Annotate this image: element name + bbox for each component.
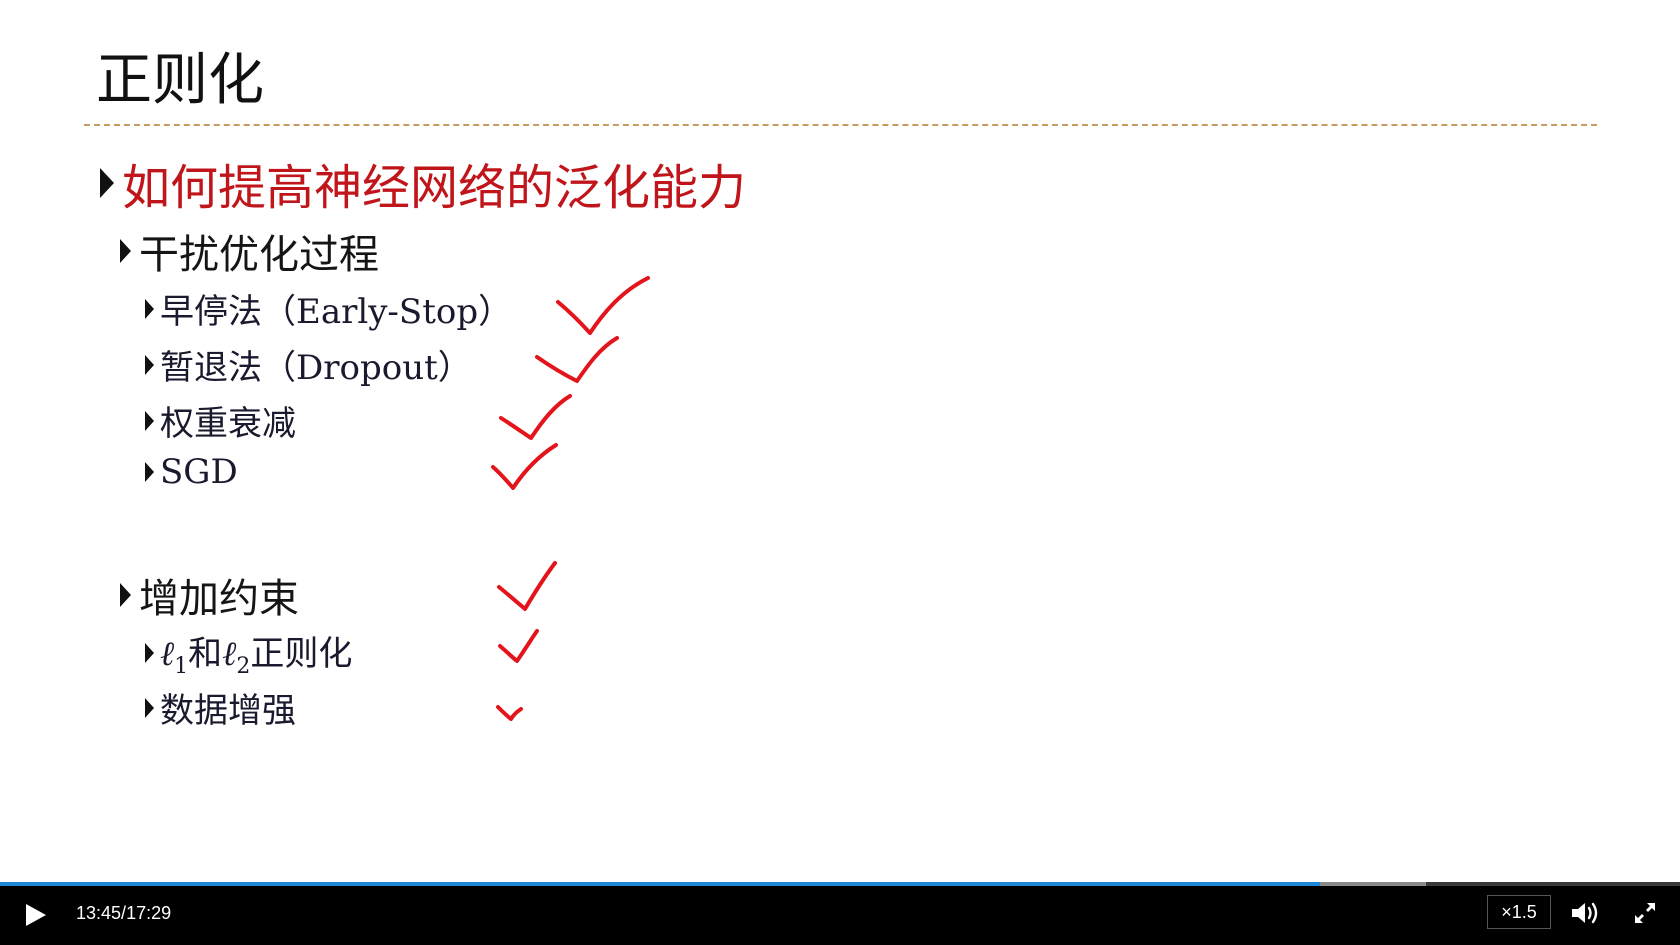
bullet-icon — [145, 642, 154, 663]
group2-label: 增加约束 — [139, 576, 299, 622]
subscript-2: 2 — [236, 654, 251, 679]
bullet-icon — [145, 462, 154, 482]
current-time: 13:45 — [76, 903, 122, 923]
checkmark-icon — [498, 629, 539, 663]
group1-item: 干扰优化过程 — [120, 222, 379, 280]
list-item-sgd: SGD — [145, 452, 238, 492]
checkmark-icon — [499, 394, 572, 440]
title-divider — [84, 124, 1597, 126]
checkmark-icon — [535, 336, 619, 383]
volume-icon — [1572, 902, 1598, 924]
regularization-text: 正则化 — [250, 634, 353, 674]
list-item-label: SGD — [160, 452, 238, 492]
fullscreen-button[interactable] — [1632, 900, 1658, 926]
duration: 17:29 — [126, 903, 172, 923]
list-item-label: ℓ1和ℓ2正则化 — [160, 626, 352, 679]
time-display: 13:45/17:29 — [76, 901, 171, 925]
group1-label: 干扰优化过程 — [139, 232, 379, 278]
bullet-icon — [145, 410, 154, 431]
ell-symbol: ℓ — [160, 634, 175, 674]
bullet-icon — [145, 298, 154, 319]
progress-played — [0, 882, 1321, 886]
checkmark-icon — [497, 561, 557, 611]
play-icon — [26, 904, 46, 926]
bullet-icon — [145, 354, 154, 375]
bullet-icon — [100, 168, 114, 198]
play-button[interactable] — [20, 900, 50, 930]
group2-item: 增加约束 — [120, 566, 299, 624]
checkmark-icon — [491, 443, 558, 490]
list-item-label: 数据增强 — [160, 691, 296, 731]
progress-bar[interactable] — [0, 882, 1680, 886]
subscript-1: 1 — [174, 654, 189, 679]
slide-title: 正则化 — [96, 48, 264, 113]
heading-text: 如何提高神经网络的泛化能力 — [122, 160, 747, 216]
and-text: 和 — [188, 634, 223, 674]
slide: 正则化 如何提高神经网络的泛化能力 干扰优化过程 早停法（Early-Stop）… — [0, 0, 1680, 884]
playback-speed-button[interactable]: ×1.5 — [1487, 895, 1551, 929]
video-player-controls: 13:45/17:29 ×1.5 — [0, 882, 1680, 945]
checkmark-icon — [556, 276, 650, 335]
bullet-icon — [120, 239, 131, 263]
volume-button[interactable] — [1570, 899, 1602, 927]
list-item-early-stop: 早停法（Early-Stop） — [145, 284, 512, 333]
list-item-label: 暂退法（Dropout） — [160, 348, 472, 388]
bullet-icon — [145, 697, 154, 718]
list-item-data-augmentation: 数据增强 — [145, 683, 296, 732]
fullscreen-icon — [1635, 903, 1655, 923]
list-item-l1-l2: ℓ1和ℓ2正则化 — [145, 626, 352, 679]
list-item-label: 权重衰减 — [160, 404, 296, 444]
ell-symbol: ℓ — [222, 634, 237, 674]
heading-item: 如何提高神经网络的泛化能力 — [100, 148, 746, 218]
list-item-dropout: 暂退法（Dropout） — [145, 340, 472, 389]
list-item-weight-decay: 权重衰减 — [145, 396, 296, 445]
bullet-icon — [120, 583, 131, 607]
checkmark-icon — [496, 705, 523, 721]
list-item-label: 早停法（Early-Stop） — [160, 292, 513, 332]
